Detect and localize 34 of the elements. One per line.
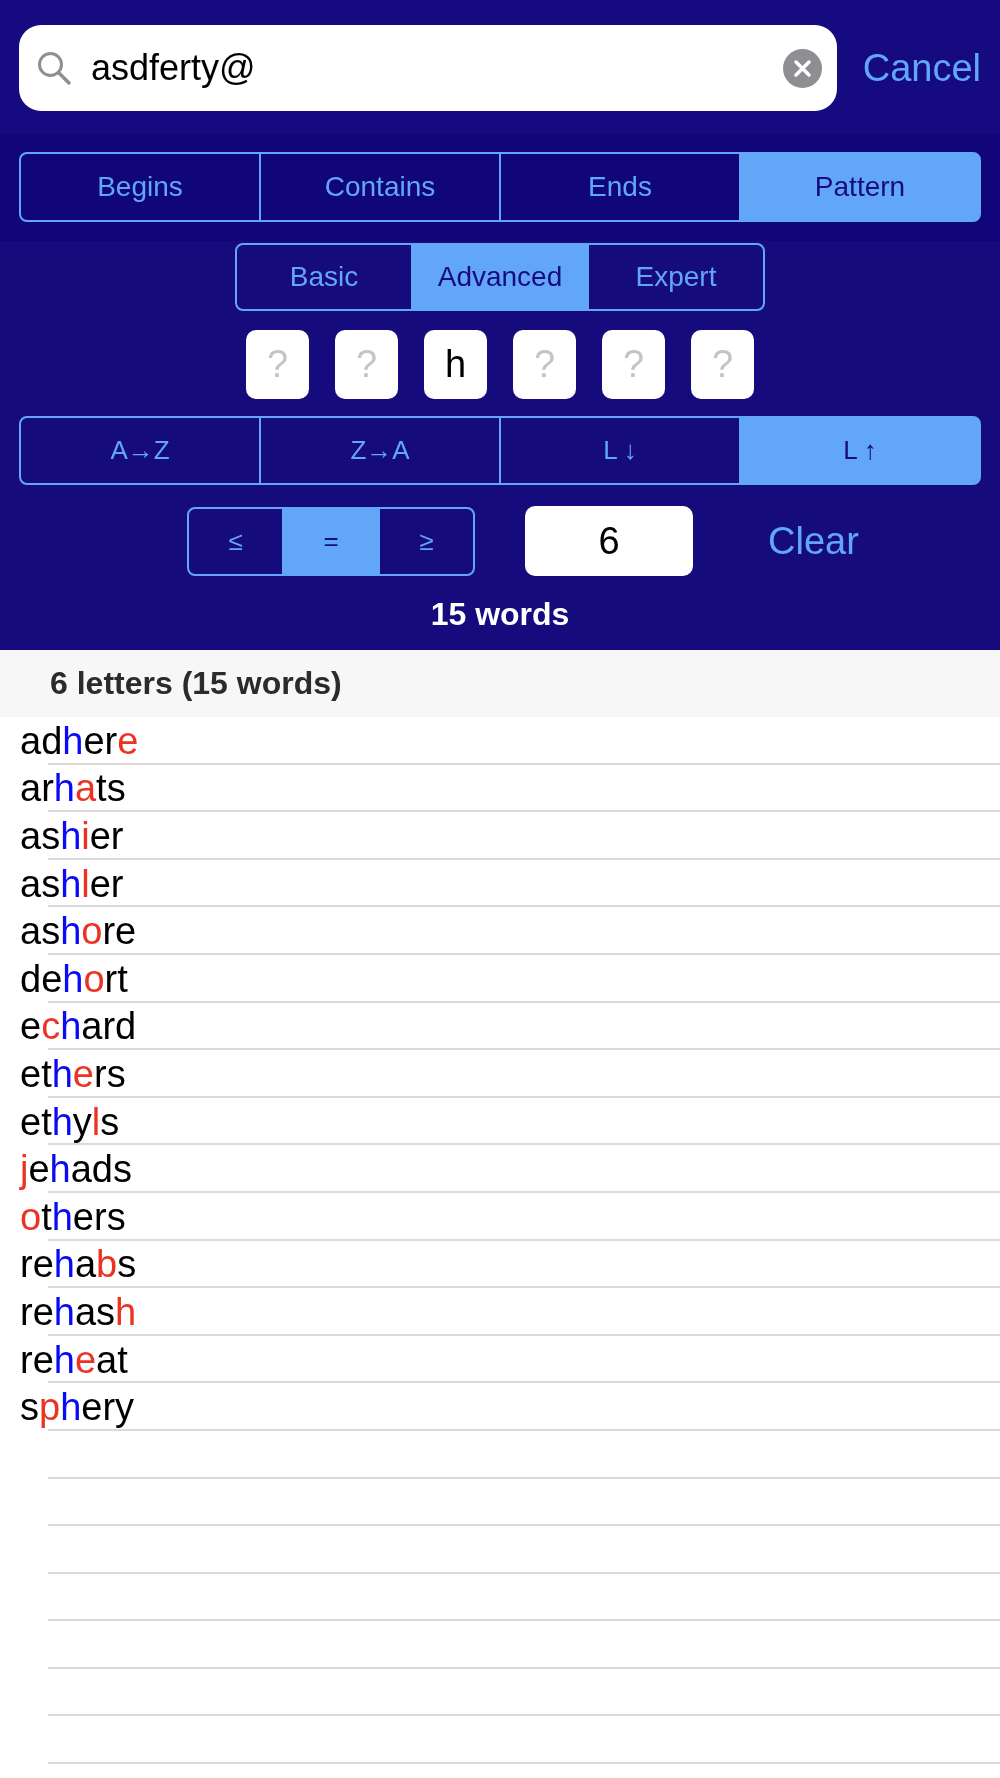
word-entry[interactable]: others [20, 1194, 126, 1239]
mode-tab[interactable]: Pattern [739, 152, 981, 222]
word-entry[interactable]: adhere [20, 718, 139, 763]
level-tab[interactable]: Expert [587, 243, 765, 311]
word-entry[interactable]: ashore [20, 909, 137, 954]
clear-button[interactable]: Clear [768, 519, 859, 563]
clear-icon[interactable] [782, 48, 822, 88]
level-tab[interactable]: Advanced [411, 243, 589, 311]
word-count: 15 words [430, 596, 570, 633]
word-entry[interactable]: rehash [20, 1289, 137, 1334]
comparison-tab[interactable]: ≥ [377, 506, 475, 576]
word-entry[interactable]: reheat [20, 1337, 128, 1382]
word-entry[interactable]: ethyls [20, 1099, 120, 1144]
word-entry[interactable]: arhats [20, 766, 126, 811]
cancel-button[interactable]: Cancel [862, 46, 981, 90]
search-icon [37, 51, 71, 85]
mode-tab[interactable]: Contains [259, 152, 501, 222]
word-entry[interactable]: sphery [20, 1385, 135, 1430]
mode-tab[interactable]: Begins [19, 152, 261, 222]
search-field[interactable]: asdferty@ [19, 25, 837, 111]
word-entry[interactable]: echard [20, 1004, 137, 1049]
sort-tab[interactable]: L ↑ [739, 416, 981, 485]
section-header: 6 letters (15 words) [0, 650, 1000, 717]
sort-tab[interactable]: A→Z [19, 416, 261, 485]
word-entry[interactable]: dehort [20, 956, 128, 1001]
length-field[interactable]: 6 [525, 506, 693, 576]
word-entry[interactable]: jehads [20, 1147, 132, 1192]
word-entry[interactable]: ashler [20, 861, 124, 906]
comparison-tab[interactable]: = [282, 506, 380, 576]
sort-tab[interactable]: Z→A [259, 416, 501, 485]
word-entry[interactable]: ashier [20, 814, 124, 858]
word-entry[interactable]: ethers [20, 1051, 126, 1096]
letter-field[interactable]: h [424, 330, 487, 399]
word-entry[interactable]: rehabs [20, 1242, 137, 1287]
